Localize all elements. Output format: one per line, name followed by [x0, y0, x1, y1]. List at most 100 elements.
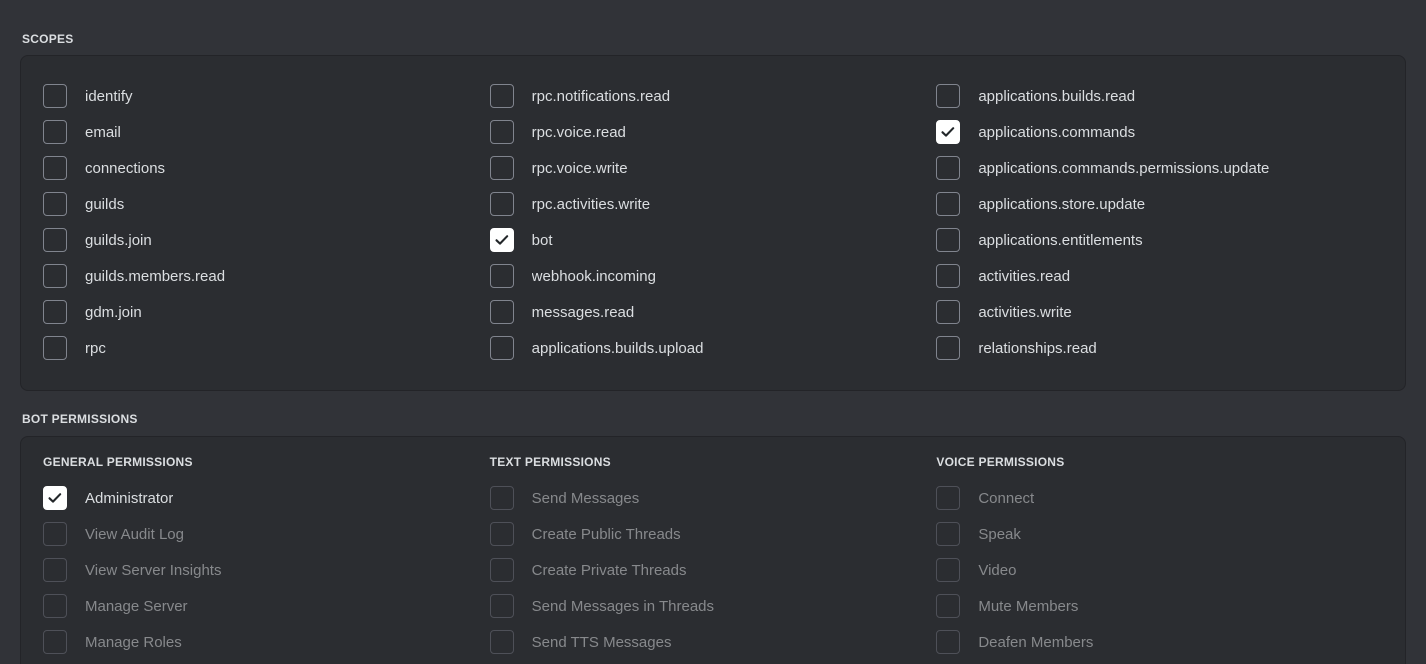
checkbox-row-messages-read[interactable]: messages.read: [489, 294, 937, 330]
checkbox-empty-icon[interactable]: [936, 228, 961, 252]
checkbox-row-applications-builds-upload[interactable]: applications.builds.upload: [489, 330, 937, 366]
checkmark-icon[interactable]: [936, 120, 961, 144]
checkbox-row-connections[interactable]: connections: [43, 150, 490, 186]
checkbox-label: activities.write: [978, 303, 1072, 321]
checkbox-label: activities.read: [978, 267, 1071, 285]
checkbox-empty-icon[interactable]: [489, 120, 514, 144]
checkbox-label: rpc: [85, 339, 106, 357]
checkbox-label: messages.read: [531, 303, 635, 321]
checkbox-empty-icon[interactable]: [489, 264, 514, 288]
checkbox-empty-icon[interactable]: [936, 300, 961, 324]
checkbox-row-rpc-voice-read[interactable]: rpc.voice.read: [489, 114, 937, 150]
checkbox-row-administrator[interactable]: Administrator: [43, 480, 490, 516]
checkbox-row-manage-server: Manage Server: [43, 588, 490, 624]
permission-column: TEXT PERMISSIONS Send Messages Create Publ…: [489, 455, 937, 664]
checkbox-row-bot[interactable]: bot: [489, 222, 937, 258]
checkbox-empty-icon[interactable]: [936, 336, 961, 360]
checkbox-label: Create Private Threads: [531, 561, 687, 579]
column-header-text-permissions: TEXT PERMISSIONS: [489, 455, 611, 469]
checkbox-empty-icon: [43, 594, 67, 618]
checkbox-label: connections: [85, 159, 166, 177]
checkbox-empty-icon[interactable]: [936, 156, 961, 180]
checkbox-label: email: [85, 123, 121, 141]
permission-column: rpc.notifications.read rpc.voice.read rpc.…: [489, 78, 937, 366]
checkbox-empty-icon[interactable]: [43, 156, 67, 180]
checkbox-row-relationships-read[interactable]: relationships.read: [936, 330, 1383, 366]
checkbox-empty-icon: [936, 486, 961, 510]
checkbox-empty-icon[interactable]: [43, 192, 67, 216]
checkbox-label: Manage Roles: [85, 633, 182, 651]
checkbox-label: applications.commands.permissions.update: [978, 159, 1270, 177]
checkbox-empty-icon: [43, 558, 67, 582]
checkbox-empty-icon[interactable]: [43, 84, 67, 108]
checkbox-row-applications-builds-read[interactable]: applications.builds.read: [936, 78, 1383, 114]
checkbox-label: identify: [85, 87, 133, 105]
checkbox-empty-icon[interactable]: [489, 300, 514, 324]
checkbox-row-webhook-incoming[interactable]: webhook.incoming: [489, 258, 937, 294]
checkbox-row-guilds-members-read[interactable]: guilds.members.read: [43, 258, 490, 294]
checkbox-row-manage-messages: Manage Messages: [490, 660, 937, 664]
checkbox-row-rpc-activities-write[interactable]: rpc.activities.write: [489, 186, 937, 222]
checkbox-empty-icon: [43, 630, 67, 654]
checkbox-label: relationships.read: [978, 339, 1097, 357]
checkbox-label: applications.store.update: [978, 195, 1146, 213]
checkmark-icon[interactable]: [43, 486, 67, 510]
scopes-card: identify email connections guilds guilds.joi…: [20, 55, 1406, 391]
checkbox-empty-icon[interactable]: [43, 336, 67, 360]
column-header-voice-permissions: VOICE PERMISSIONS: [936, 455, 1065, 469]
checkbox-row-send-messages: Send Messages: [489, 480, 937, 516]
checkbox-row-gdm-join[interactable]: gdm.join: [43, 294, 490, 330]
checkbox-row-applications-entitlements[interactable]: applications.entitlements: [936, 222, 1383, 258]
checkbox-row-activities-write[interactable]: activities.write: [936, 294, 1383, 330]
checkbox-label: webhook.incoming: [531, 267, 656, 285]
checkbox-label: guilds.join: [85, 231, 152, 249]
checkbox-empty-icon[interactable]: [936, 84, 961, 108]
permission-column: VOICE PERMISSIONS Connect Speak Video Mute M…: [936, 455, 1383, 664]
checkbox-empty-icon[interactable]: [43, 120, 67, 144]
permission-column: identify email connections guilds guilds.joi…: [43, 78, 490, 366]
checkbox-row-guilds[interactable]: guilds: [43, 186, 490, 222]
checkbox-row-rpc-notifications-read[interactable]: rpc.notifications.read: [489, 78, 937, 114]
checkbox-label: Mute Members: [978, 597, 1079, 615]
checkbox-row-applications-store-update[interactable]: applications.store.update: [936, 186, 1383, 222]
permission-column: GENERAL PERMISSIONS Administrator View Aud…: [43, 455, 490, 664]
checkbox-empty-icon[interactable]: [43, 300, 67, 324]
checkbox-label: bot: [531, 231, 553, 249]
checkbox-label: rpc.voice.write: [531, 159, 628, 177]
checkbox-empty-icon[interactable]: [489, 84, 514, 108]
checkbox-empty-icon: [489, 486, 514, 510]
checkbox-row-deafen-members: Deafen Members: [936, 624, 1383, 660]
checkbox-label: Deafen Members: [978, 633, 1094, 651]
checkbox-empty-icon[interactable]: [936, 192, 961, 216]
checkbox-label: Manage Server: [85, 597, 188, 615]
checkbox-label: rpc.activities.write: [531, 195, 651, 213]
checkbox-empty-icon[interactable]: [43, 264, 67, 288]
checkbox-row-email[interactable]: email: [43, 114, 490, 150]
checkbox-row-applications-commands[interactable]: applications.commands: [936, 114, 1383, 150]
oauth2-url-generator-page: SCOPES identify email connections guilds gui…: [0, 0, 1426, 664]
checkbox-row-identify[interactable]: identify: [43, 78, 490, 114]
checkbox-label: rpc.notifications.read: [531, 87, 671, 105]
checkbox-row-activities-read[interactable]: activities.read: [936, 258, 1383, 294]
checkbox-row-create-private-threads: Create Private Threads: [489, 552, 937, 588]
checkbox-row-guilds-join[interactable]: guilds.join: [43, 222, 490, 258]
checkbox-empty-icon: [936, 522, 961, 546]
checkbox-empty-icon[interactable]: [489, 156, 514, 180]
checkbox-label: rpc.voice.read: [531, 123, 626, 141]
checkbox-row-rpc[interactable]: rpc: [43, 330, 490, 366]
checkbox-label: Administrator: [85, 489, 174, 507]
checkbox-row-applications-commands-permissions-update[interactable]: applications.commands.permissions.update: [936, 150, 1383, 186]
checkbox-label: applications.commands: [978, 123, 1136, 141]
checkbox-empty-icon[interactable]: [489, 336, 514, 360]
checkbox-row-send-messages-in-threads: Send Messages in Threads: [489, 588, 937, 624]
checkbox-label: View Audit Log: [85, 525, 184, 543]
checkmark-icon[interactable]: [489, 228, 514, 252]
checkbox-empty-icon: [936, 594, 961, 618]
checkbox-empty-icon[interactable]: [43, 228, 67, 252]
checkbox-label: Send Messages in Threads: [531, 597, 715, 615]
scopes-section-label: SCOPES: [22, 32, 74, 46]
checkbox-label: Send TTS Messages: [531, 633, 672, 651]
checkbox-empty-icon[interactable]: [936, 264, 961, 288]
checkbox-empty-icon[interactable]: [489, 192, 514, 216]
checkbox-row-rpc-voice-write[interactable]: rpc.voice.write: [489, 150, 937, 186]
